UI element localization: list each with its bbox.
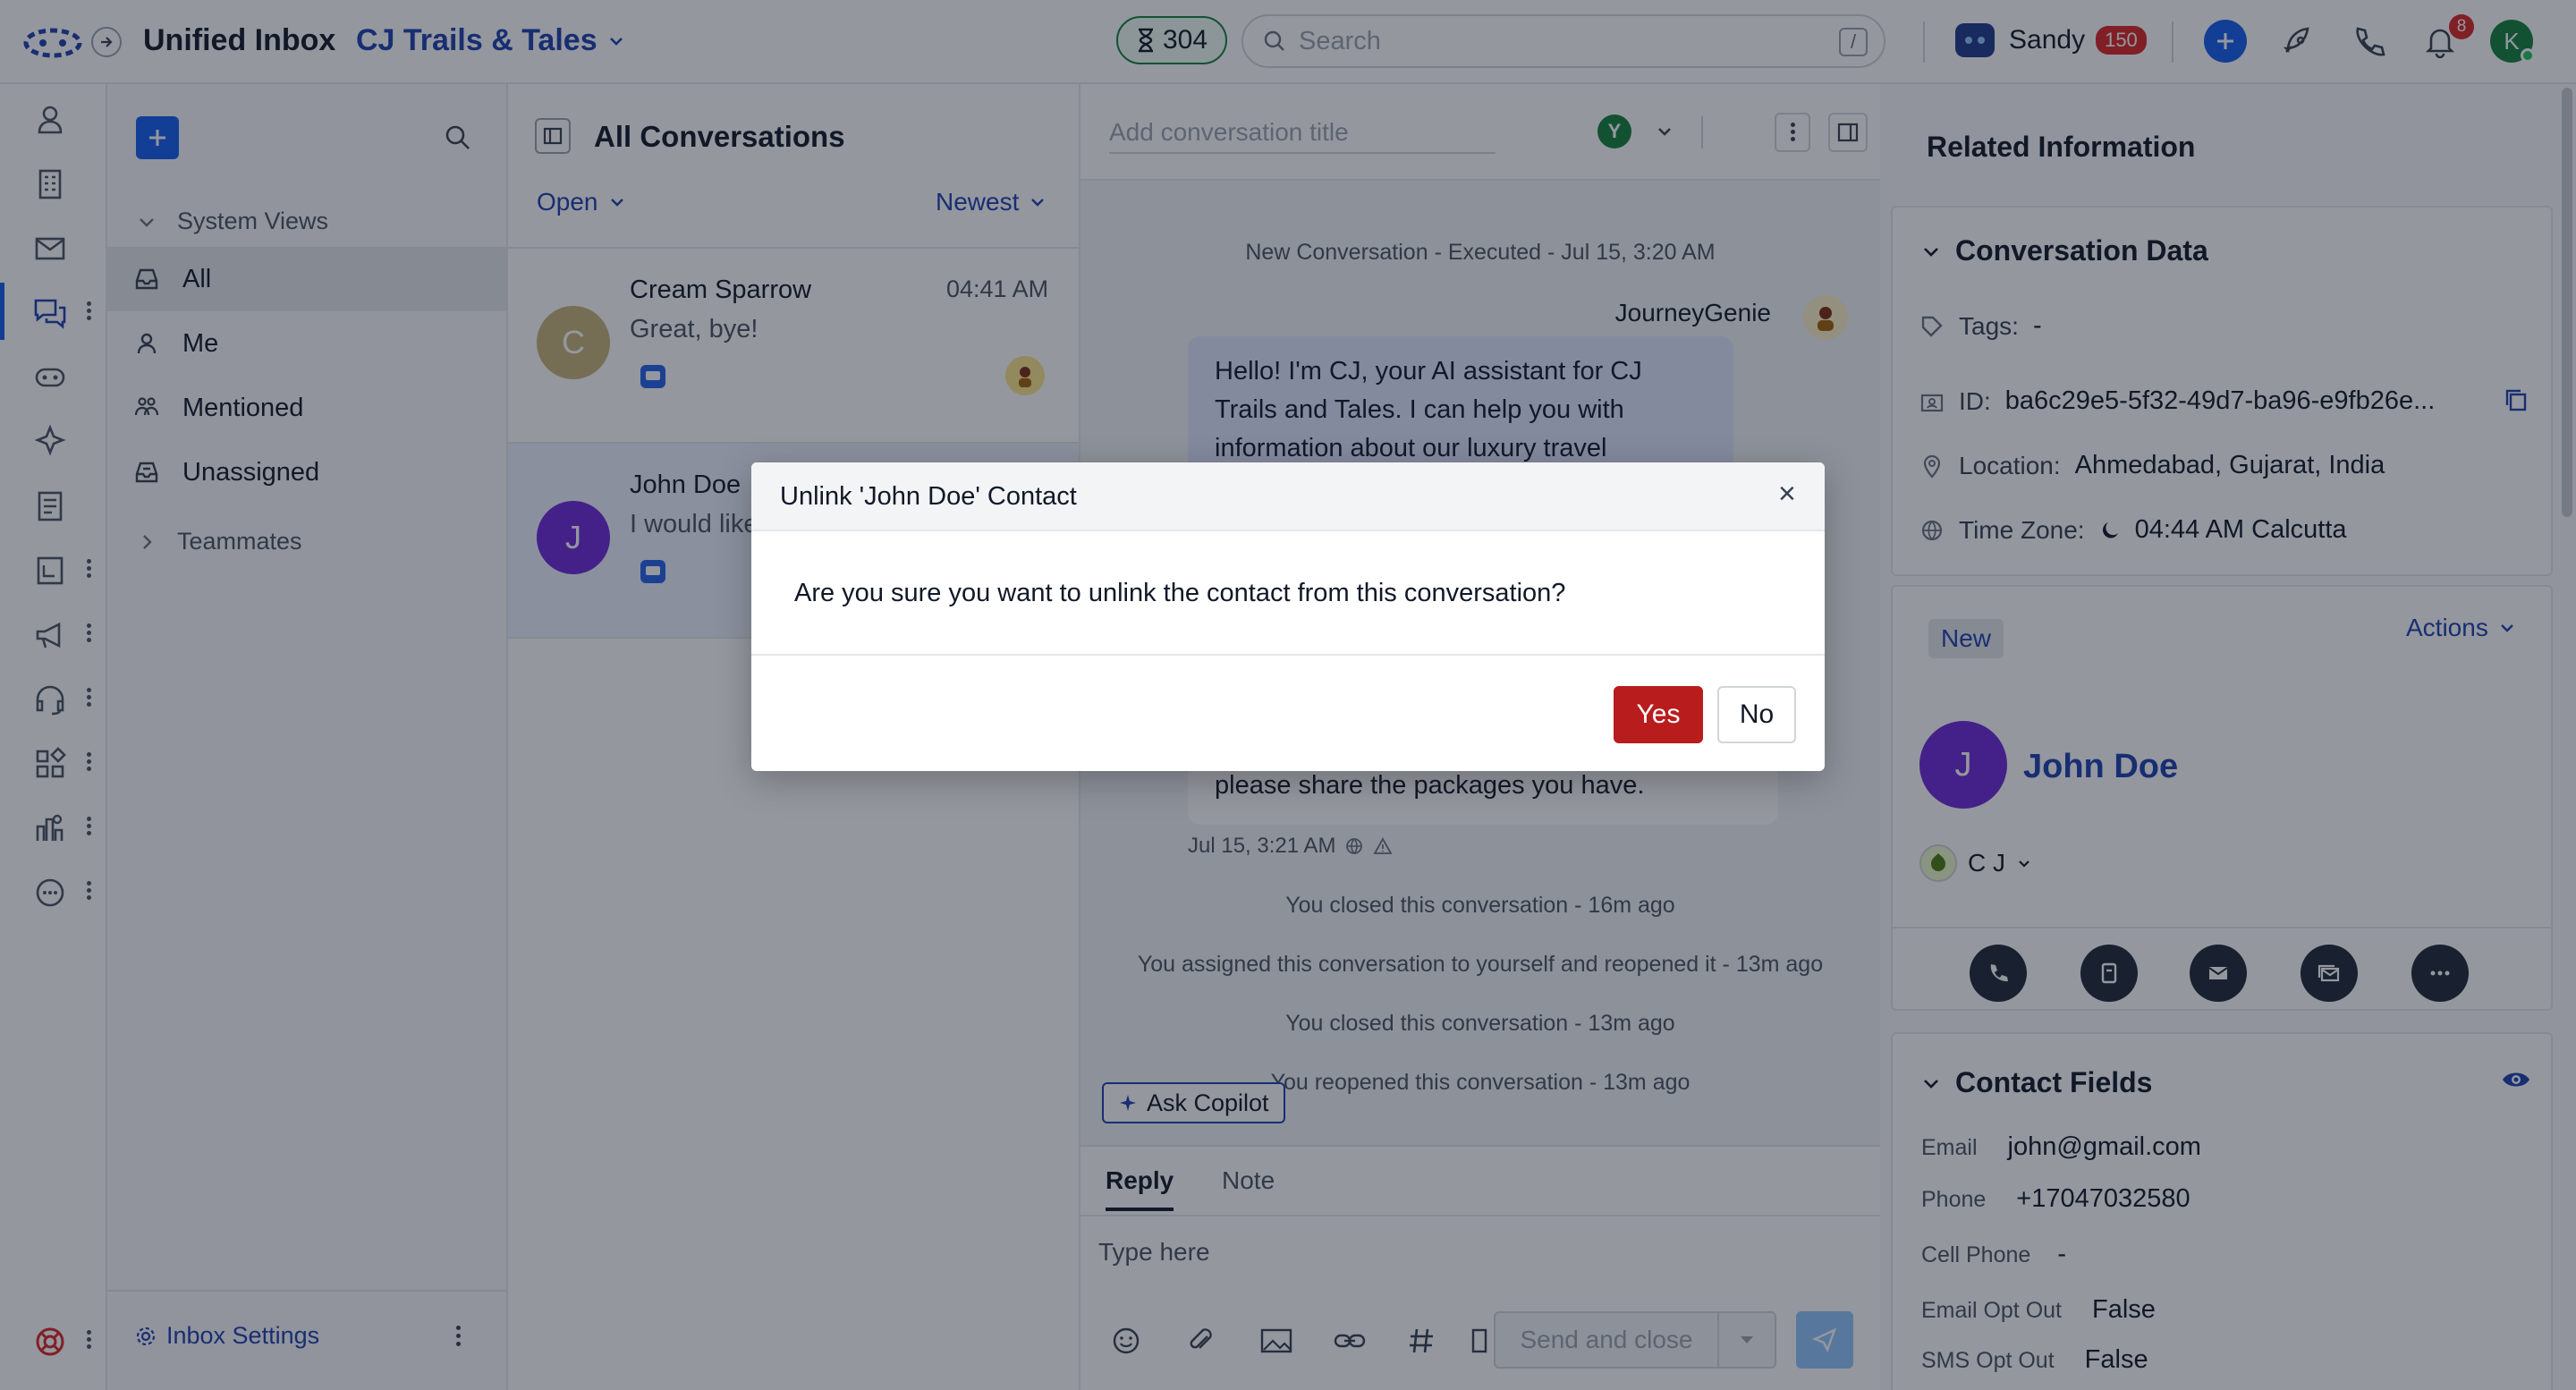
close-icon[interactable]: × [1778,477,1796,512]
dialog-title: Unlink 'John Doe' Contact [780,482,1077,511]
unlink-contact-dialog: Unlink 'John Doe' Contact × Are you sure… [751,462,1825,771]
dialog-message: Are you sure you want to unlink the cont… [794,579,1566,607]
dialog-header: Unlink 'John Doe' Contact × [751,462,1825,531]
yes-button[interactable]: Yes [1614,686,1703,743]
no-button[interactable]: No [1717,686,1796,743]
